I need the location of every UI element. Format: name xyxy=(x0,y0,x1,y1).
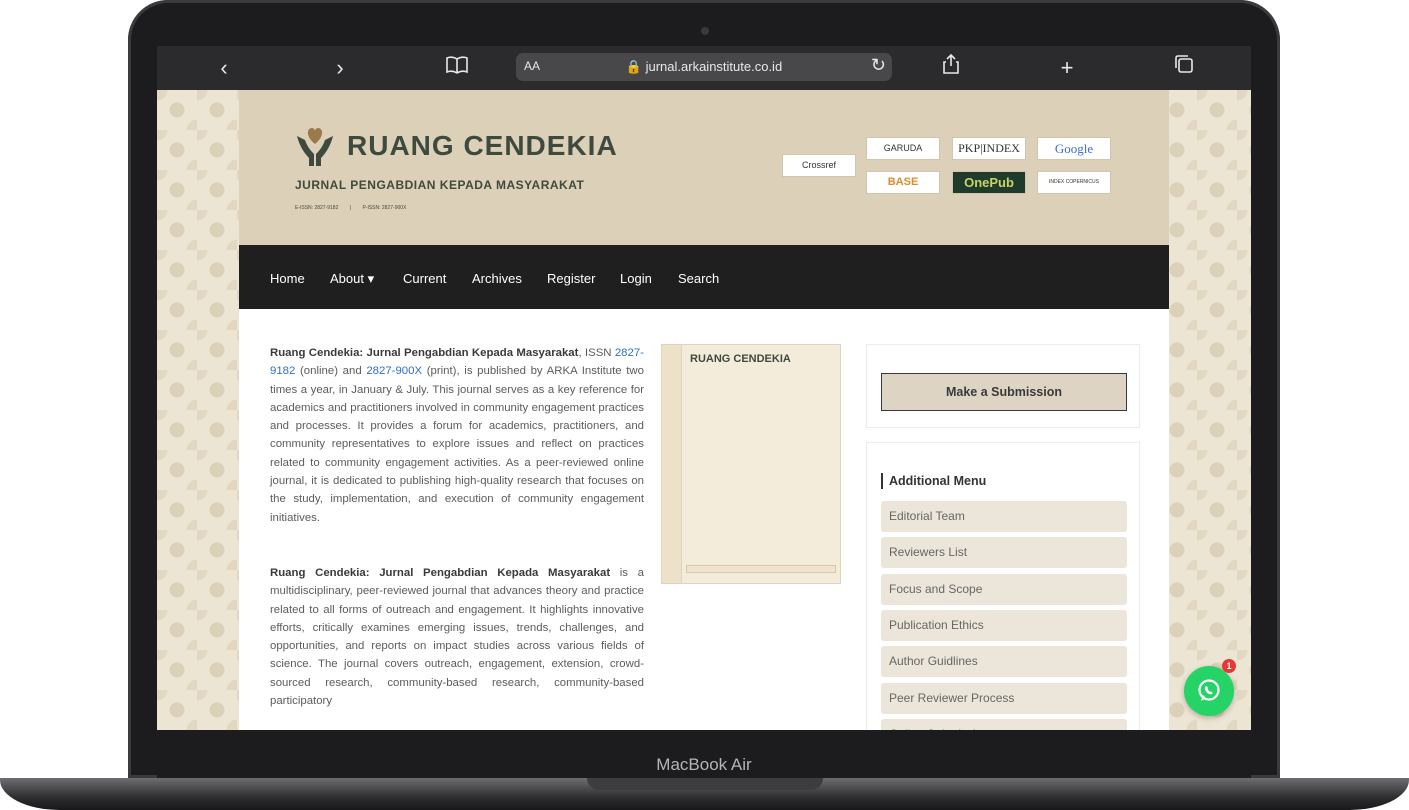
description-paragraph-1: Ruang Cendekia: Jurnal Pengabdian Kepada… xyxy=(270,344,644,527)
page-background: RUANG CENDEKIA JURNAL PENGABDIAN KEPADA … xyxy=(157,90,1251,730)
nav-about[interactable]: About ▾ xyxy=(330,245,374,309)
bookmarks-icon[interactable] xyxy=(442,53,472,83)
hands-heart-logo-icon[interactable] xyxy=(295,122,335,168)
eissn-label: E-ISSN: 2827-9182 xyxy=(295,205,339,211)
description-text-2: is a multidisciplinary, peer-reviewed jo… xyxy=(270,566,644,708)
journal-page: RUANG CENDEKIA JURNAL PENGABDIAN KEPADA … xyxy=(239,90,1169,730)
nav-login[interactable]: Login xyxy=(620,245,652,309)
make-submission-button[interactable]: Make a Submission xyxy=(881,373,1127,411)
cover-title: RUANG CENDEKIA xyxy=(690,353,791,365)
laptop-hinge-notch xyxy=(587,778,823,790)
additional-menu-block: Additional Menu Editorial Team Reviewers… xyxy=(866,442,1140,730)
issn-lead: , ISSN xyxy=(578,347,615,359)
indexer-garuda[interactable]: GARUDA xyxy=(866,137,940,160)
url-text: 🔒 jurnal.arkainstitute.co.id xyxy=(625,59,783,74)
indexer-onepub[interactable]: OnePub xyxy=(952,171,1026,194)
menu-item-publication-ethics[interactable]: Publication Ethics xyxy=(881,610,1127,641)
description-text-1: (print), is published by ARKA Institute … xyxy=(270,365,644,524)
indexer-copernicus[interactable]: INDEX COPERNICUS xyxy=(1037,171,1111,194)
share-icon[interactable] xyxy=(936,53,966,83)
tabs-icon[interactable] xyxy=(1169,53,1199,83)
back-icon[interactable]: ‹ xyxy=(209,53,239,83)
site-subtitle: JURNAL PENGABDIAN KEPADA MASYARAKAT xyxy=(295,178,585,192)
whatsapp-notification-badge: 1 xyxy=(1222,659,1236,673)
new-tab-icon[interactable]: + xyxy=(1052,53,1082,83)
browser-toolbar: ‹ › AA 🔒 jurnal.arkainstitute.co.id ↻ + xyxy=(157,46,1251,90)
camera-dot xyxy=(701,27,709,35)
journal-name-bold: Ruang Cendekia: Jurnal Pengabdian Kepada… xyxy=(270,347,579,359)
journal-cover-image[interactable]: RUANG CENDEKIA xyxy=(661,344,841,584)
forward-icon[interactable]: › xyxy=(325,53,355,83)
issn-and: (online) and xyxy=(295,365,367,378)
address-bar[interactable]: AA 🔒 jurnal.arkainstitute.co.id ↻ xyxy=(516,53,892,81)
nav-register[interactable]: Register xyxy=(547,245,595,309)
indexer-google-scholar[interactable]: Google xyxy=(1037,137,1111,160)
reload-icon[interactable]: ↻ xyxy=(871,55,886,76)
menu-item-peer-reviewer-process[interactable]: Peer Reviewer Process xyxy=(881,683,1127,714)
site-title[interactable]: RUANG CENDEKIA xyxy=(347,130,618,162)
main-navigation: Home About ▾ Current Archives Register L… xyxy=(239,245,1169,309)
url-label: jurnal.arkainstitute.co.id xyxy=(645,59,783,74)
menu-item-author-guidelines[interactable]: Author Guidlines xyxy=(881,646,1127,677)
menu-item-reviewers-list[interactable]: Reviewers List xyxy=(881,537,1127,568)
indexer-pkp-index[interactable]: PKP|INDEX xyxy=(952,137,1026,160)
device-label: MacBook Air xyxy=(656,755,752,774)
cover-spine xyxy=(662,345,682,583)
indexer-crossref[interactable]: Crossref xyxy=(782,154,856,177)
issn-divider: | xyxy=(349,205,352,211)
issn-row: E-ISSN: 2827-9182 | P-ISSN: 2827-900X xyxy=(295,205,416,211)
additional-menu-heading: Additional Menu xyxy=(881,473,986,489)
nav-current[interactable]: Current xyxy=(403,245,446,309)
journal-description: Ruang Cendekia: Jurnal Pengabdian Kepada… xyxy=(270,344,644,730)
menu-item-editorial-team[interactable]: Editorial Team xyxy=(881,501,1127,532)
whatsapp-icon xyxy=(1198,679,1220,701)
cover-footer-bar xyxy=(686,565,836,573)
menu-item-focus-scope[interactable]: Focus and Scope xyxy=(881,574,1127,605)
indexer-base[interactable]: BASE xyxy=(866,171,940,194)
submission-block: Make a Submission xyxy=(866,344,1140,428)
bottom-bezel: MacBook Air xyxy=(157,730,1251,778)
nav-home[interactable]: Home xyxy=(270,245,305,309)
screen: ‹ › AA 🔒 jurnal.arkainstitute.co.id ↻ + xyxy=(157,46,1251,730)
site-header: RUANG CENDEKIA JURNAL PENGABDIAN KEPADA … xyxy=(239,90,1169,245)
pissn-label: P-ISSN: 2827-900X xyxy=(362,205,407,211)
journal-name-bold-2: Ruang Cendekia: Jurnal Pengabdian Kepada… xyxy=(270,566,611,579)
menu-item-online-submissions[interactable]: Online Submissions xyxy=(881,719,1127,730)
whatsapp-chat-button[interactable] xyxy=(1184,666,1234,716)
nav-search[interactable]: Search xyxy=(678,245,719,309)
description-paragraph-2: Ruang Cendekia: Jurnal Pengabdian Kepada… xyxy=(270,564,644,710)
pissn-link[interactable]: 2827-900X xyxy=(366,365,422,377)
nav-archives[interactable]: Archives xyxy=(472,245,522,309)
